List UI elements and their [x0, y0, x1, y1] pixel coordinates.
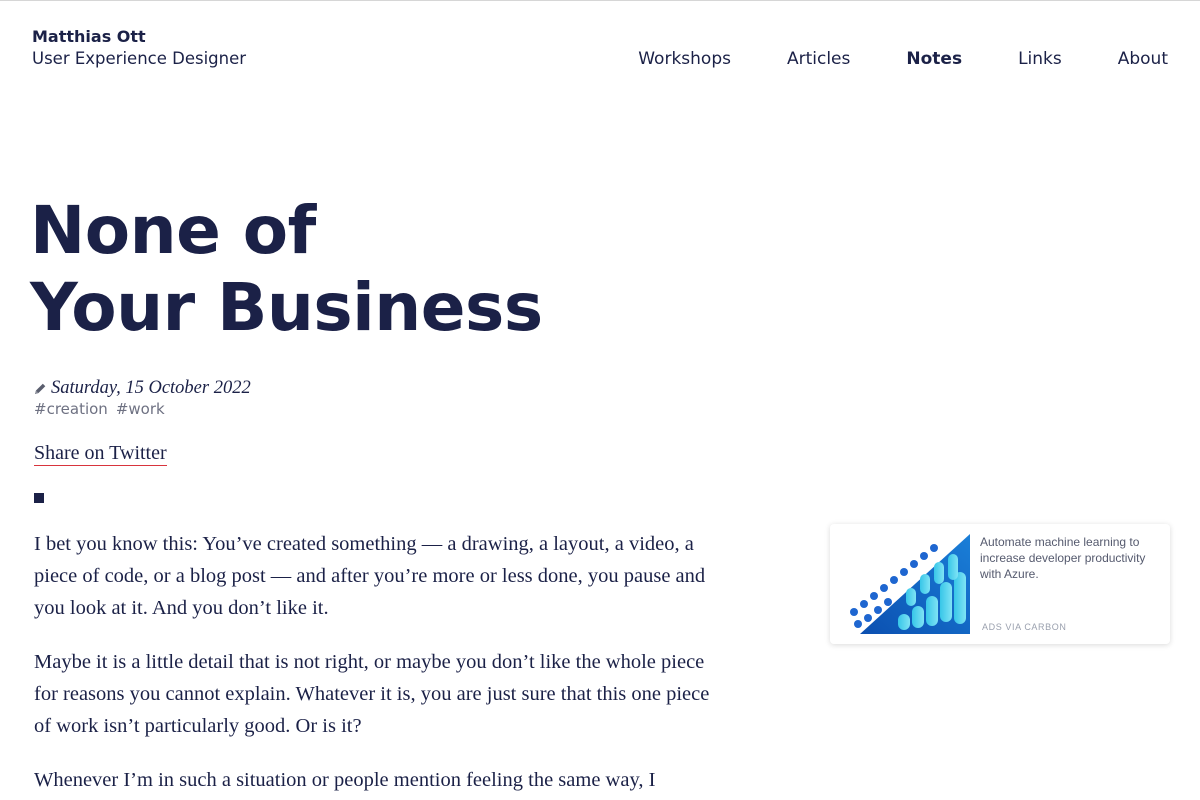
tag-link[interactable]: #work — [116, 400, 165, 418]
carbon-ad: Automate machine learning to increase de… — [830, 524, 1170, 644]
date-row: Saturday, 15 October 2022 — [34, 378, 251, 399]
main-nav: Workshops Articles Notes Links About — [638, 48, 1168, 70]
article-paragraph: Whenever I’m in such a situation or peop… — [34, 769, 656, 791]
tag-list: #creation #work — [34, 400, 251, 418]
site-name: Matthias Ott — [32, 27, 146, 46]
page-title: None of Your Business — [30, 192, 543, 346]
title-line-1: None of — [30, 192, 316, 269]
tag-link[interactable]: #creation — [34, 400, 108, 418]
nav-item-about[interactable]: About — [1118, 48, 1168, 70]
article-paragraph: I bet you know this: You’ve created some… — [34, 533, 706, 619]
share-on-twitter-link[interactable]: Share on Twitter — [34, 442, 167, 466]
top-border — [0, 0, 1200, 1]
pencil-icon — [34, 382, 47, 395]
ad-image[interactable] — [840, 534, 970, 634]
nav-item-links[interactable]: Links — [1018, 48, 1062, 70]
article-body: I bet you know this: You’ve created some… — [34, 528, 714, 800]
nav-item-notes[interactable]: Notes — [906, 48, 962, 70]
post-date: Saturday, 15 October 2022 — [51, 378, 251, 398]
nav-item-workshops[interactable]: Workshops — [638, 48, 731, 70]
title-line-2: Your Business — [30, 269, 543, 346]
site-brand[interactable]: Matthias Ott User Experience Designer — [32, 27, 246, 71]
ad-text-link[interactable]: Automate machine learning to increase de… — [980, 534, 1160, 582]
section-marker — [34, 493, 44, 503]
ad-via-carbon-link[interactable]: ADS VIA CARBON — [982, 622, 1066, 632]
article-paragraph: Maybe it is a little detail that is not … — [34, 651, 710, 737]
site-role: User Experience Designer — [32, 49, 247, 68]
post-meta: Saturday, 15 October 2022 #creation #wor… — [34, 378, 251, 418]
nav-item-articles[interactable]: Articles — [787, 48, 850, 70]
